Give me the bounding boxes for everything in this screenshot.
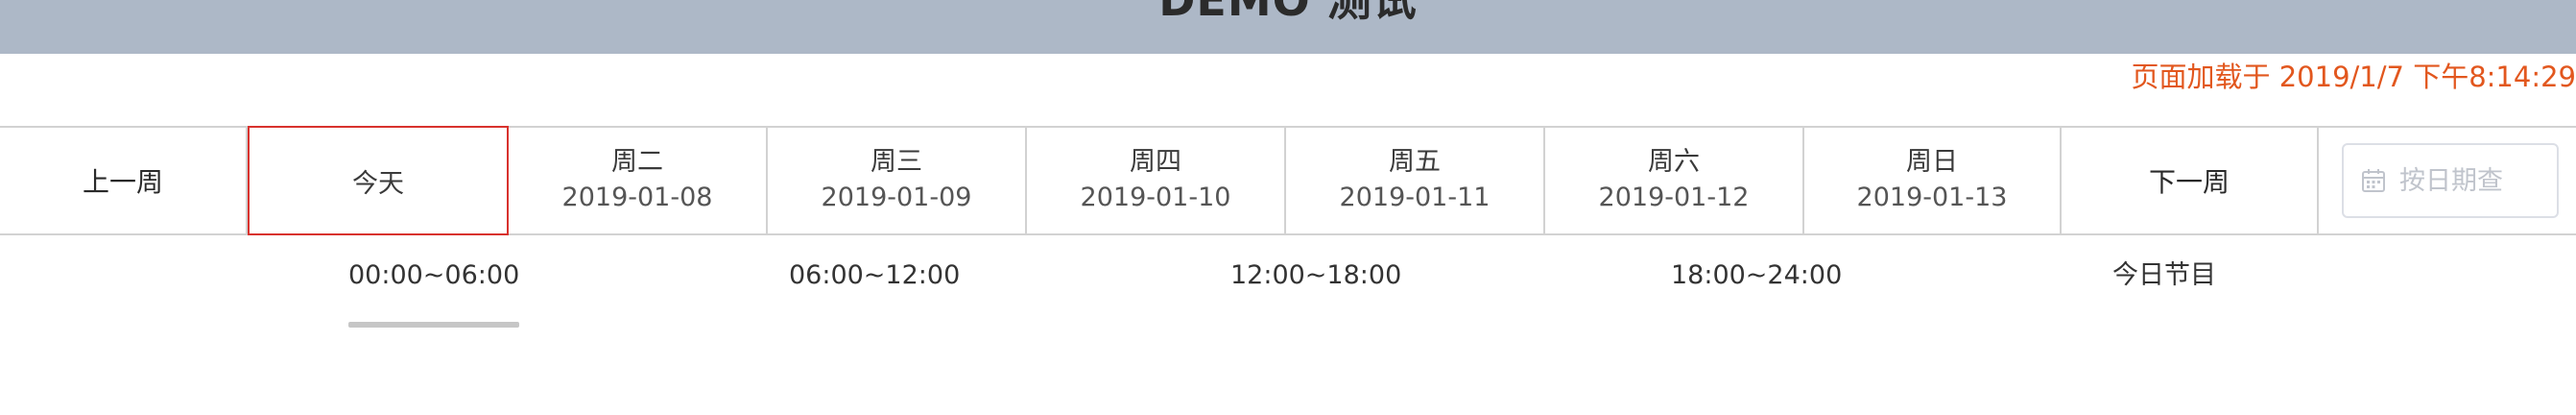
day-tab-sun[interactable]: 周日 2019-01-13 <box>1804 128 2062 233</box>
today-label: 今天 <box>352 168 404 199</box>
today-button[interactable]: 今天 <box>248 126 509 235</box>
date-search-input[interactable] <box>2399 165 2505 196</box>
time-slot-tab-3[interactable]: 18:00~24:00 <box>1671 256 1842 295</box>
calendar-icon <box>2361 168 2386 193</box>
day-date: 2019-01-10 <box>1080 183 1231 212</box>
next-week-label: 下一周 <box>2148 166 2230 198</box>
time-slot-label: 06:00~12:00 <box>789 260 961 290</box>
page-load-time: 页面加载于 2019/1/7 下午8:14:29 <box>2131 61 2576 93</box>
day-date: 2019-01-08 <box>561 183 713 212</box>
day-name: 周六 <box>1648 147 1700 177</box>
day-name: 周日 <box>1906 147 1958 177</box>
header-bar: DEMO 测试 <box>0 0 2576 54</box>
time-slot-label: 18:00~24:00 <box>1671 260 1843 290</box>
time-slot-label: 00:00~06:00 <box>348 260 520 290</box>
date-picker-container <box>2319 128 2576 233</box>
day-name: 周二 <box>611 147 663 177</box>
day-date: 2019-01-13 <box>1856 183 2008 212</box>
next-week-button[interactable]: 下一周 <box>2062 128 2319 233</box>
page-title: DEMO 测试 <box>1158 0 1418 26</box>
day-name: 周五 <box>1389 147 1441 177</box>
day-name: 周三 <box>871 147 922 177</box>
time-slot-label: 12:00~18:00 <box>1230 260 1402 290</box>
prev-week-button[interactable]: 上一周 <box>0 128 248 233</box>
day-tab-tue[interactable]: 周二 2019-01-08 <box>509 128 768 233</box>
day-tab-thu[interactable]: 周四 2019-01-10 <box>1027 128 1286 233</box>
day-tab-fri[interactable]: 周五 2019-01-11 <box>1286 128 1545 233</box>
time-slot-tab-1[interactable]: 06:00~12:00 <box>789 256 960 295</box>
day-tab-wed[interactable]: 周三 2019-01-09 <box>768 128 1027 233</box>
day-date: 2019-01-11 <box>1339 183 1491 212</box>
prev-week-label: 上一周 <box>82 166 163 198</box>
day-name: 周四 <box>1130 147 1181 177</box>
time-slot-tab-2[interactable]: 12:00~18:00 <box>1230 256 1401 295</box>
time-slot-tab-0[interactable]: 00:00~06:00 <box>348 256 520 328</box>
day-date: 2019-01-12 <box>1598 183 1750 212</box>
day-date: 2019-01-09 <box>821 183 972 212</box>
time-slot-label: 今日节目 <box>2112 260 2216 290</box>
time-slot-tab-today-programs[interactable]: 今日节目 <box>2112 256 2216 295</box>
date-picker[interactable] <box>2342 143 2559 218</box>
week-navigation: 上一周 今天 周二 2019-01-08 周三 2019-01-09 周四 20… <box>0 126 2576 235</box>
time-slot-tabs: 00:00~06:00 06:00~12:00 12:00~18:00 18:0… <box>0 235 2576 328</box>
day-tab-sat[interactable]: 周六 2019-01-12 <box>1545 128 1804 233</box>
active-tab-indicator <box>348 322 520 328</box>
